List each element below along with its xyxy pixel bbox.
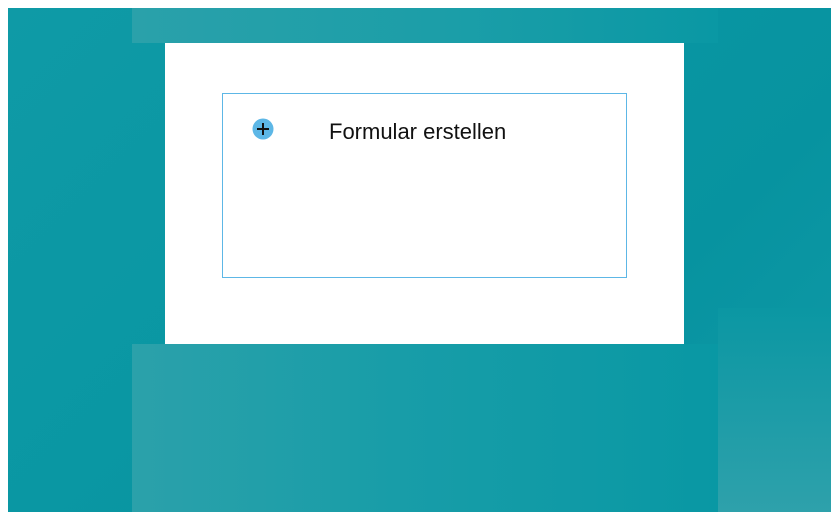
create-form-label: Formular erstellen bbox=[329, 119, 507, 144]
background-band-bottom bbox=[132, 344, 718, 512]
dialog-card: Formular erstellen bbox=[165, 43, 684, 344]
plus-circle-icon bbox=[252, 118, 274, 140]
create-form-button[interactable]: Formular erstellen bbox=[222, 93, 627, 278]
background-band-top bbox=[132, 8, 718, 43]
background-panel-right bbox=[718, 308, 831, 512]
app-background: Formular erstellen bbox=[8, 8, 831, 512]
